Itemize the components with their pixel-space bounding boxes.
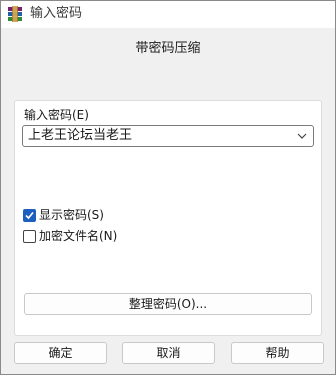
checkmark-icon xyxy=(25,211,34,219)
encrypt-filenames-option[interactable]: 加密文件名(N) xyxy=(23,228,117,244)
password-label: 输入密码(E) xyxy=(24,108,89,122)
help-button[interactable]: 帮助 xyxy=(231,342,324,364)
title-bar[interactable]: 输入密码 xyxy=(1,1,335,28)
window-title: 输入密码 xyxy=(30,6,83,21)
password-dialog: 输入密码 带密码压缩 输入密码(E) 上老王论坛当老王 显示密码(S) 加密文件… xyxy=(0,0,336,375)
dialog-heading: 带密码压缩 xyxy=(135,41,201,56)
show-password-label: 显示密码(S) xyxy=(39,208,104,222)
encrypt-filenames-label: 加密文件名(N) xyxy=(39,229,118,243)
dialog-body: 带密码压缩 输入密码(E) 上老王论坛当老王 显示密码(S) 加密文件名(N) … xyxy=(1,28,335,374)
winrar-icon xyxy=(8,6,22,22)
encrypt-filenames-checkbox[interactable] xyxy=(23,229,36,243)
password-panel: 输入密码(E) 上老王论坛当老王 显示密码(S) 加密文件名(N) 整理密码(O… xyxy=(14,100,322,336)
password-combobox[interactable]: 上老王论坛当老王 xyxy=(22,125,314,147)
chevron-down-icon[interactable] xyxy=(296,131,308,141)
password-input[interactable]: 上老王论坛当老王 xyxy=(28,128,132,144)
ok-button[interactable]: 确定 xyxy=(14,342,107,364)
cancel-button[interactable]: 取消 xyxy=(122,342,215,364)
show-password-option[interactable]: 显示密码(S) xyxy=(23,207,104,223)
manage-passwords-button[interactable]: 整理密码(O)... xyxy=(24,293,312,315)
show-password-checkbox[interactable] xyxy=(23,208,36,222)
